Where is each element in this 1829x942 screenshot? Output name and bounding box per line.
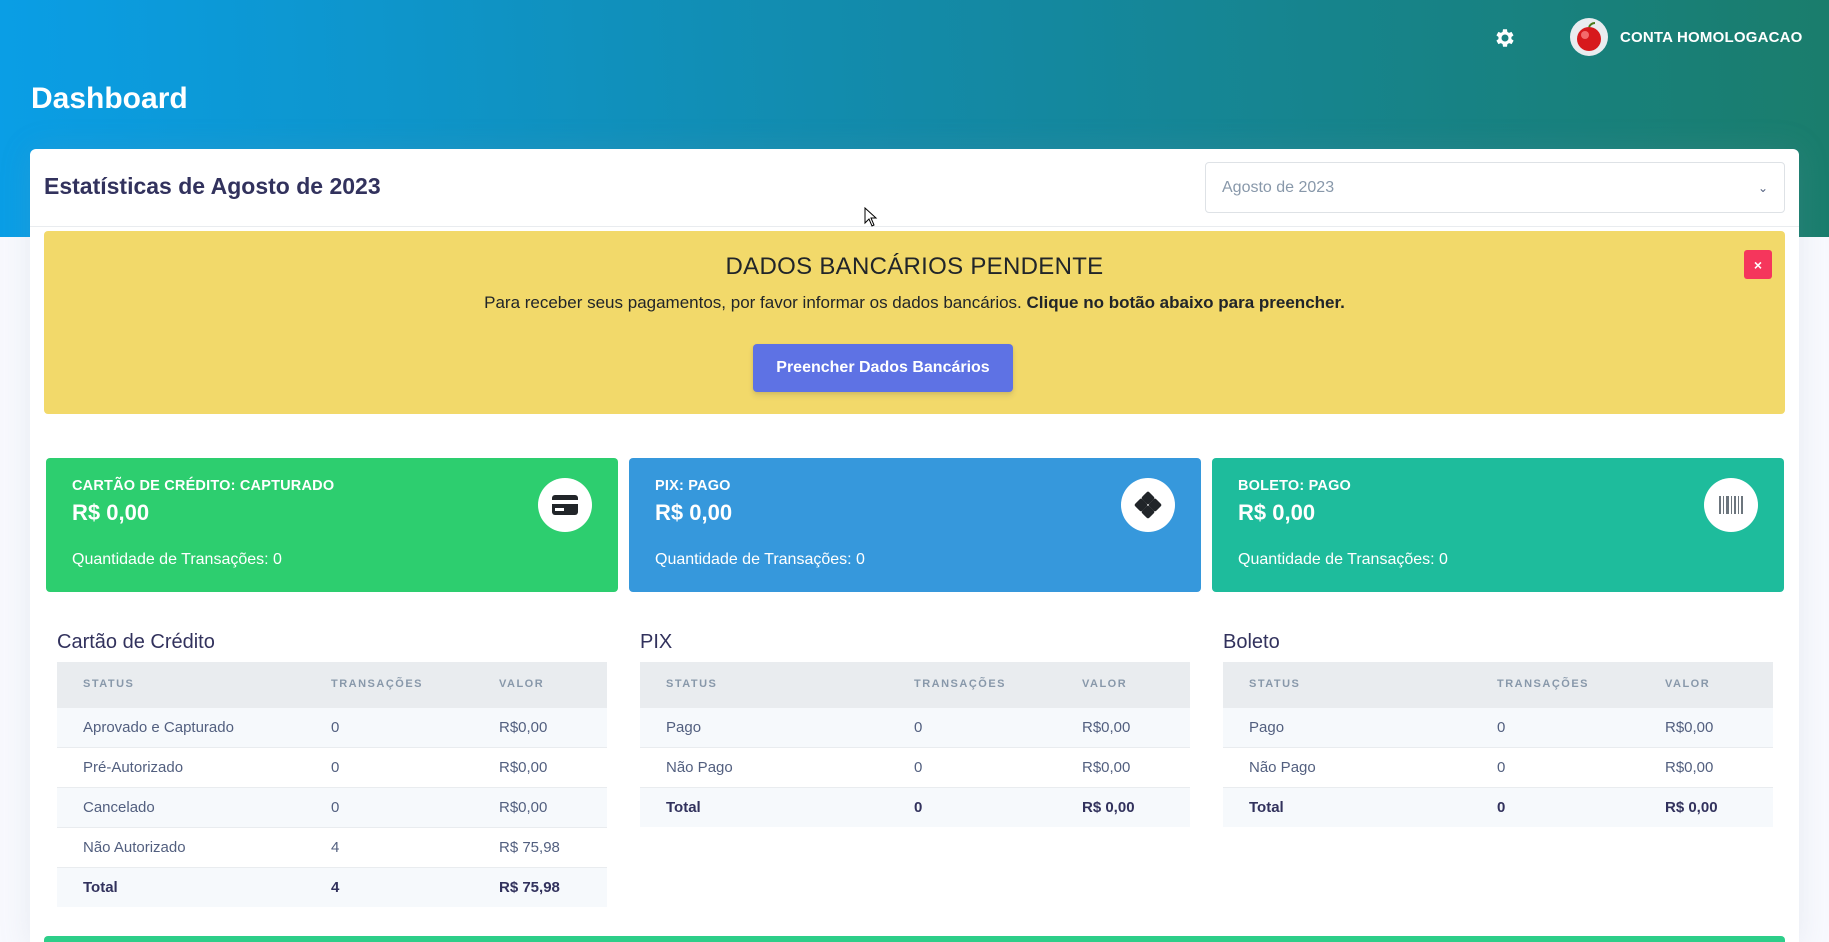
stats-table: STATUS TRANSAÇÕES VALOR Pago 0 R$0,00 Não Pago… [1223, 662, 1773, 827]
stat-label: CARTÃO DE CRÉDITO: CAPTURADO [72, 478, 335, 494]
table-cell: R$0,00 [473, 746, 607, 787]
page-title: Dashboard [31, 82, 188, 115]
table-boleto: Boleto STATUS TRANSAÇÕES VALOR Pago 0 R$0,00 Nã… [1223, 622, 1773, 827]
table-cell: Total [1223, 786, 1471, 827]
table-cell: Total [640, 786, 888, 827]
column-header: STATUS [57, 662, 305, 707]
table-cell: 4 [305, 866, 473, 907]
table-cell: R$ 75,98 [473, 826, 607, 867]
table-cell: R$ 0,00 [1056, 786, 1190, 827]
table-cell: R$ 75,98 [473, 866, 607, 907]
stat-card-boleto: BOLETO: PAGO R$ 0,00 Quantidade de Trans… [1212, 458, 1784, 592]
credit-card-icon [538, 478, 592, 532]
bank-data-alert: DADOS BANCÁRIOS PENDENTE Para receber se… [44, 231, 1785, 414]
table-cell: 0 [1471, 706, 1639, 747]
mouse-cursor-icon [864, 206, 878, 232]
user-menu[interactable]: CONTA HOMOLOGACAO [1570, 18, 1803, 56]
table-cell: 0 [1471, 746, 1639, 787]
column-header: STATUS [640, 662, 888, 707]
table-cell: Não Autorizado [57, 826, 305, 867]
table-title: PIX [640, 631, 673, 653]
stat-value: R$ 0,00 [72, 500, 150, 525]
table-title: Boleto [1223, 631, 1280, 653]
stat-card-credit: CARTÃO DE CRÉDITO: CAPTURADO R$ 0,00 Qua… [46, 458, 618, 592]
stat-label: PIX: PAGO [655, 478, 731, 494]
stat-value: R$ 0,00 [1238, 500, 1316, 525]
column-header: TRANSAÇÕES [1471, 662, 1639, 707]
table-total-row: Total 0 R$ 0,00 [1223, 786, 1773, 827]
bottom-card-strip [44, 936, 1785, 942]
close-icon[interactable]: × [1744, 250, 1772, 279]
stat-count: Quantidade de Transações: 0 [655, 551, 865, 568]
table-row: Não Autorizado 4 R$ 75,98 [57, 826, 607, 867]
table-cell: Não Pago [1223, 746, 1471, 787]
gear-icon[interactable] [1493, 26, 1517, 50]
card-title: Estatísticas de Agosto de 2023 [44, 173, 381, 199]
table-cell: 4 [305, 826, 473, 867]
table-cell: 0 [888, 786, 1056, 827]
column-header: STATUS [1223, 662, 1471, 707]
table-cell: 0 [305, 746, 473, 787]
table-cell: Total [57, 866, 305, 907]
stat-label: BOLETO: PAGO [1238, 478, 1352, 494]
column-header: VALOR [1056, 662, 1190, 707]
table-cell: Cancelado [57, 786, 305, 827]
fill-bank-data-button[interactable]: Preencher Dados Bancários [753, 344, 1013, 392]
table-row: Pago 0 R$0,00 [640, 706, 1190, 747]
column-header: VALOR [1639, 662, 1773, 707]
table-cell: Pré-Autorizado [57, 746, 305, 787]
alert-title: DADOS BANCÁRIOS PENDENTE [725, 253, 1104, 280]
table-cell: Não Pago [640, 746, 888, 787]
column-header: TRANSAÇÕES [888, 662, 1056, 707]
table-cell: Pago [640, 706, 888, 747]
table-cell: R$0,00 [1639, 706, 1773, 747]
table-cell: 0 [1471, 786, 1639, 827]
table-cell: 0 [888, 706, 1056, 747]
table-cell: R$ 0,00 [1639, 786, 1773, 827]
table-cell: R$0,00 [1639, 746, 1773, 787]
card-header: Estatísticas de Agosto de 2023 Agosto de… [30, 149, 1799, 227]
table-title: Cartão de Crédito [57, 631, 215, 653]
table-cell: Pago [1223, 706, 1471, 747]
month-select-value: Agosto de 2023 [1222, 178, 1335, 196]
table-cell: R$0,00 [473, 786, 607, 827]
table-row: Aprovado e Capturado 0 R$0,00 [57, 706, 607, 747]
table-cell: R$0,00 [473, 706, 607, 747]
stats-card: Estatísticas de Agosto de 2023 Agosto de… [30, 149, 1799, 942]
table-total-row: Total 4 R$ 75,98 [57, 866, 607, 907]
table-row: Não Pago 0 R$0,00 [1223, 746, 1773, 787]
table-row: Não Pago 0 R$0,00 [640, 746, 1190, 787]
table-credit-card: Cartão de Crédito STATUS TRANSAÇÕES VALOR Ap… [57, 622, 607, 907]
barcode-icon [1704, 478, 1758, 532]
column-header: TRANSAÇÕES [305, 662, 473, 707]
table-cell: R$0,00 [1056, 746, 1190, 787]
month-select[interactable]: Agosto de 2023 ⌄ [1205, 162, 1785, 213]
chevron-down-icon: ⌄ [1757, 180, 1768, 195]
stat-card-pix: PIX: PAGO R$ 0,00 Quantidade de Transaçõ… [629, 458, 1201, 592]
table-cell: 0 [305, 706, 473, 747]
stat-value: R$ 0,00 [655, 500, 733, 525]
alert-text-bold: Clique no botão abaixo para preencher. [1026, 293, 1345, 312]
table-row: Cancelado 0 R$0,00 [57, 786, 607, 827]
table-cell: 0 [305, 786, 473, 827]
alert-text: Para receber seus pagamentos, por favor … [44, 293, 1785, 313]
table-pix: PIX STATUS TRANSAÇÕES VALOR Pago 0 R$0,00 Não P… [640, 622, 1190, 827]
top-navbar: CONTA HOMOLOGACAO [0, 0, 1829, 78]
table-total-row: Total 0 R$ 0,00 [640, 786, 1190, 827]
stats-table: STATUS TRANSAÇÕES VALOR Pago 0 R$0,00 Não Pago… [640, 662, 1190, 827]
stat-count: Quantidade de Transações: 0 [1238, 551, 1448, 568]
stat-count: Quantidade de Transações: 0 [72, 551, 282, 568]
table-cell: R$0,00 [1056, 706, 1190, 747]
pix-icon [1121, 478, 1175, 532]
table-cell: 0 [888, 746, 1056, 787]
column-header: VALOR [473, 662, 607, 707]
table-row: Pago 0 R$0,00 [1223, 706, 1773, 747]
table-row: Pré-Autorizado 0 R$0,00 [57, 746, 607, 787]
alert-text-plain: Para receber seus pagamentos, por favor … [484, 293, 1022, 312]
table-cell: Aprovado e Capturado [57, 706, 305, 747]
stats-table: STATUS TRANSAÇÕES VALOR Aprovado e Capturad… [57, 662, 607, 907]
avatar [1570, 18, 1608, 56]
user-name: CONTA HOMOLOGACAO [1620, 28, 1803, 46]
